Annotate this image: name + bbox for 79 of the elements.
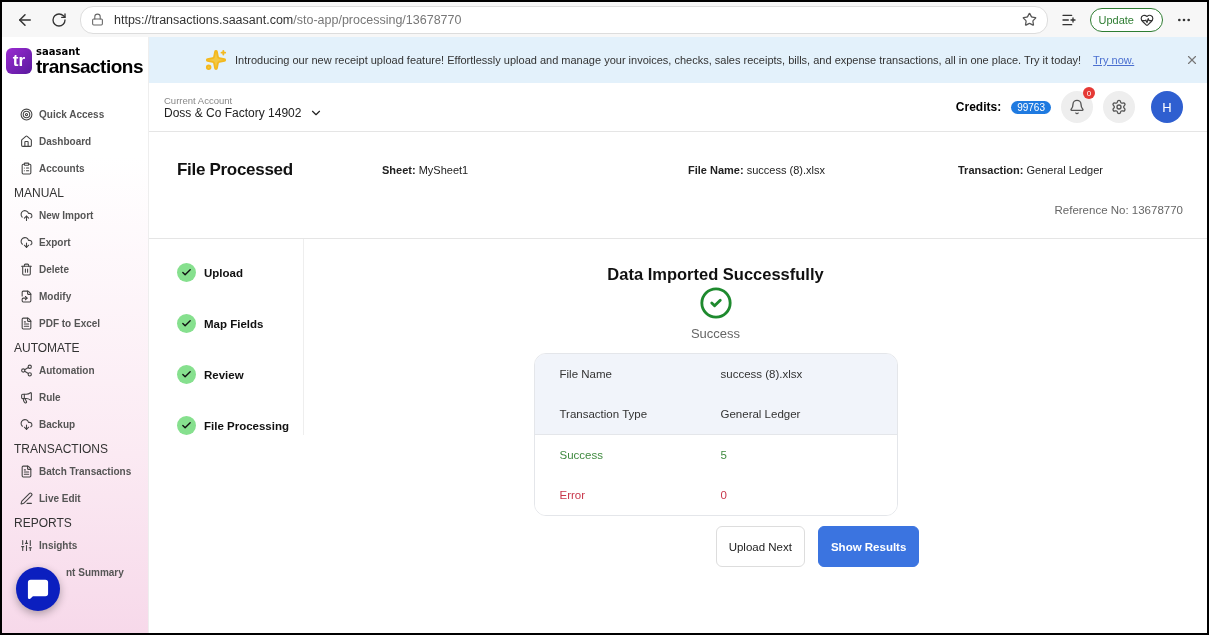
- account-caption: Current Account: [164, 94, 234, 106]
- notification-count: 0: [1083, 87, 1095, 99]
- step-label: Upload: [204, 266, 243, 279]
- brand-name: saasant: [36, 46, 82, 57]
- sidebar-item[interactable]: Delete: [14, 256, 148, 283]
- result-status: Success: [690, 326, 741, 341]
- try-now-link[interactable]: Try now.: [1093, 54, 1135, 66]
- summary-label: Error: [559, 489, 587, 501]
- summary-label: Transaction Type: [559, 408, 649, 420]
- sidebar-item[interactable]: Dashboard: [14, 128, 148, 155]
- summary-label: Success: [559, 449, 604, 461]
- url-text: https://transactions.saasant.com/sto-app/processing/13678770: [114, 12, 463, 27]
- settings-icon: [1111, 99, 1127, 115]
- sidebar-heading: TRANSACTIONS: [14, 441, 109, 458]
- summary-value: 5: [720, 449, 728, 461]
- sidebar-item[interactable]: Live Edit: [14, 485, 148, 512]
- file-info-field: Transaction: General Ledger: [958, 160, 1183, 202]
- file-info-field: File Name: success (8).xlsx: [688, 160, 958, 202]
- sliders-icon: [20, 539, 33, 552]
- home-icon: [20, 135, 33, 148]
- page-title: File Processed: [177, 160, 294, 181]
- sidebar-item[interactable]: Automation: [14, 357, 148, 384]
- step-label: File Processing: [204, 419, 289, 432]
- document-icon: [20, 465, 33, 478]
- success-check-icon: [698, 286, 733, 320]
- primary-button[interactable]: Show Results: [817, 526, 920, 567]
- bell-icon: [1069, 99, 1085, 115]
- sidebar-heading: REPORTS: [14, 515, 73, 532]
- sidebar-item[interactable]: New Import: [14, 202, 148, 229]
- cloud-upload-icon: [20, 209, 33, 222]
- sidebar-item[interactable]: Quick Access: [14, 101, 148, 128]
- step-label: Map Fields: [204, 317, 264, 330]
- avatar[interactable]: H: [1151, 91, 1183, 123]
- sidebar-heading: AUTOMATE: [14, 340, 81, 357]
- step-label: Review: [204, 368, 244, 381]
- sidebar-item[interactable]: Insights: [14, 532, 148, 559]
- sidebar-heading: MANUAL: [14, 185, 65, 202]
- summary-label: File Name: [559, 368, 613, 380]
- credits-label: Credits:: [955, 100, 1002, 114]
- sidebar-item[interactable]: Accounts: [14, 155, 148, 182]
- sidebar-item[interactable]: Rule: [14, 384, 148, 411]
- trash-icon: [20, 263, 33, 276]
- sidebar-item[interactable]: Backup: [14, 411, 148, 438]
- file-arrow-icon: [20, 290, 33, 303]
- clipboard-icon: [20, 162, 33, 175]
- star-icon[interactable]: [1021, 12, 1037, 27]
- cloud-download-icon: [20, 236, 33, 249]
- sidebar-item[interactable]: Export: [14, 229, 148, 256]
- summary-value: success (8).xlsx: [720, 368, 804, 380]
- cloud-download-icon: [20, 418, 33, 431]
- target-icon: [20, 108, 33, 121]
- address-bar[interactable]: https://transactions.saasant.com/sto-app/processing/13678770: [80, 5, 1048, 34]
- credits-count: 99763: [1011, 100, 1051, 114]
- reference-number: Reference No: 13678770: [1054, 204, 1183, 218]
- update-button[interactable]: Update: [1089, 7, 1163, 32]
- summary-value: 0: [720, 489, 728, 501]
- chat-icon: [27, 578, 49, 600]
- banner-text: Introducing our new receipt upload feature! Effortlessly upload and manage your invoices, checks, sales receipts, bills, and expense transactions, all in one place. Try it today!: [235, 54, 1082, 66]
- pen-icon: [20, 492, 33, 505]
- lock-icon: [91, 13, 104, 26]
- file-info-field: Sheet: MySheet1: [382, 160, 688, 202]
- summary-value: General Ledger: [720, 408, 802, 420]
- result-title: Data Imported Successfully: [607, 265, 824, 284]
- settings-button[interactable]: [1103, 91, 1135, 123]
- account-selector[interactable]: Doss & Co Factory 14902: [164, 105, 324, 120]
- sidebar-item[interactable]: Batch Transactions: [14, 458, 148, 485]
- sidebar-item[interactable]: nt Summary: [14, 559, 148, 586]
- secondary-button[interactable]: Upload Next: [715, 526, 805, 567]
- sidebar-item[interactable]: PDF to Excel: [14, 310, 148, 337]
- megaphone-icon: [20, 391, 33, 404]
- product-name: transactions: [36, 56, 143, 76]
- document-icon: [20, 317, 33, 330]
- heart-pulse-icon: [1140, 12, 1154, 27]
- chat-button[interactable]: [16, 567, 60, 611]
- sidebar-item[interactable]: Modify: [14, 283, 148, 310]
- logo-mark: tr: [6, 48, 32, 74]
- sparkle-icon: [205, 49, 227, 71]
- share-icon: [20, 364, 33, 377]
- close-icon[interactable]: [1185, 53, 1199, 67]
